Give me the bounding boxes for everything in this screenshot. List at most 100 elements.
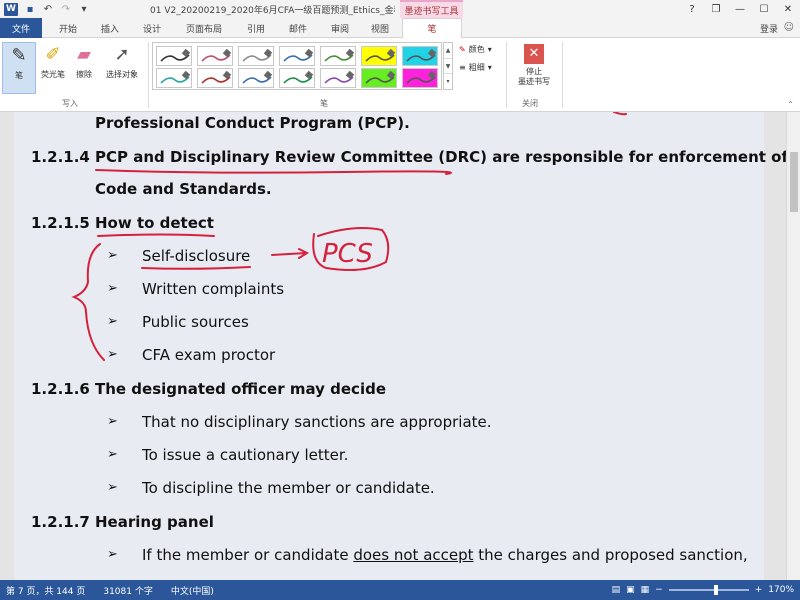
ink-circle bbox=[312, 227, 390, 271]
tab-file[interactable]: 文件 bbox=[0, 18, 42, 38]
zoom-slider[interactable] bbox=[668, 585, 749, 595]
close-button[interactable]: ✕ bbox=[776, 0, 800, 18]
pen-style-swatch[interactable] bbox=[156, 46, 192, 66]
chevron-down-icon: ▾ bbox=[487, 45, 492, 54]
bullet-arrow-icon: ➢ bbox=[107, 314, 118, 329]
close-group-label: 关闭 bbox=[522, 99, 538, 108]
tab-references[interactable]: 引用 bbox=[238, 18, 274, 38]
pen-style-swatch[interactable] bbox=[156, 68, 192, 88]
list-item: Public sources bbox=[142, 313, 249, 331]
pens-group-label: 笔 bbox=[320, 99, 328, 108]
write-group-label: 写入 bbox=[62, 99, 78, 108]
ink-note-text: PCS bbox=[322, 239, 373, 269]
tab-review[interactable]: 审阅 bbox=[322, 18, 358, 38]
highlighter-button[interactable]: ✐ 荧光笔 bbox=[36, 42, 70, 94]
zoom-level[interactable]: 170% bbox=[768, 585, 794, 595]
gallery-down-icon[interactable]: ▼ bbox=[444, 59, 452, 75]
highlighter-label: 荧光笔 bbox=[41, 70, 65, 79]
zoom-in-button[interactable]: + bbox=[755, 585, 763, 595]
section-number: 1.2.1.4 bbox=[31, 148, 90, 166]
hearing-text-underlined: does not accept bbox=[353, 546, 474, 564]
vertical-scrollbar[interactable] bbox=[786, 112, 800, 580]
help-button[interactable]: ? bbox=[680, 0, 704, 18]
stop-inking-button[interactable]: ✕ 停止 墨迹书写 bbox=[512, 44, 556, 87]
ink-underline-self-disclosure bbox=[141, 266, 251, 270]
pen-color-label: 颜色 bbox=[468, 45, 485, 54]
bullet-arrow-icon: ➢ bbox=[107, 248, 118, 263]
gallery-scroller[interactable]: ▲ ▼ ▾ bbox=[443, 42, 453, 90]
zoom-slider-knob[interactable] bbox=[714, 585, 719, 595]
ink-underline-pcp-drc bbox=[95, 169, 452, 175]
hearing-text-post: the charges and proposed sanction, bbox=[473, 546, 748, 564]
save-icon[interactable]: ▪ bbox=[24, 3, 36, 15]
ribbon-display-button[interactable]: ❐ bbox=[704, 0, 728, 18]
select-objects-button[interactable]: ➚ 选择对象 bbox=[100, 42, 144, 94]
pen-style-gallery bbox=[152, 42, 442, 90]
pen-color-icon: ✎ bbox=[459, 45, 466, 54]
pen-style-swatch[interactable] bbox=[361, 68, 397, 88]
pen-style-swatch[interactable] bbox=[279, 68, 315, 88]
language-status[interactable]: 中文(中国) bbox=[171, 584, 214, 597]
bullet-arrow-icon: ➢ bbox=[107, 281, 118, 296]
pen-thickness-dropdown[interactable]: ≡ 粗细 ▾ bbox=[459, 62, 492, 73]
ink-tools-context-label: 墨迹书写工具 bbox=[400, 0, 463, 18]
close-x-icon: ✕ bbox=[524, 44, 544, 64]
eraser-button[interactable]: ▰ 擦除 bbox=[70, 42, 98, 94]
tab-view[interactable]: 视图 bbox=[362, 18, 398, 38]
tab-design[interactable]: 设计 bbox=[134, 18, 170, 38]
sign-in-link[interactable]: 登录 bbox=[760, 22, 778, 35]
gallery-up-icon[interactable]: ▲ bbox=[444, 43, 452, 59]
redo-icon[interactable]: ↷ bbox=[60, 3, 72, 15]
zoom-out-button[interactable]: − bbox=[655, 585, 663, 595]
ink-brace bbox=[71, 243, 105, 361]
list-item: Self-disclosure bbox=[142, 247, 251, 265]
gallery-more-icon[interactable]: ▾ bbox=[444, 74, 452, 89]
ribbon: ✎ 笔 ✐ 荧光笔 ▰ 擦除 ➚ 选择对象 写入 ▲ ▼ ▾ ✎ 颜色 ▾ ≡ … bbox=[0, 38, 800, 112]
customize-qat-icon[interactable]: ▾ bbox=[78, 3, 90, 15]
view-mode-web-icon[interactable]: ▦ bbox=[641, 585, 650, 595]
ink-mark-top-right bbox=[613, 112, 627, 116]
pen-color-dropdown[interactable]: ✎ 颜色 ▾ bbox=[459, 44, 492, 55]
document-area: Professional Conduct Program (PCP). 1.2.… bbox=[0, 112, 800, 580]
pen-style-swatch[interactable] bbox=[320, 46, 356, 66]
tab-mailings[interactable]: 邮件 bbox=[280, 18, 316, 38]
tab-insert[interactable]: 插入 bbox=[92, 18, 128, 38]
hearing-text-pre: If the member or candidate bbox=[142, 546, 354, 564]
view-mode-print-icon[interactable]: ▣ bbox=[626, 585, 635, 595]
pen-tool-button[interactable]: ✎ 笔 bbox=[2, 42, 36, 94]
pen-style-swatch[interactable] bbox=[361, 46, 397, 66]
section-heading: Hearing panel bbox=[95, 513, 214, 531]
stop-inking-label-2: 墨迹书写 bbox=[518, 77, 550, 86]
pen-style-swatch[interactable] bbox=[197, 68, 233, 88]
page-count-status[interactable]: 第 7 页，共 144 页 bbox=[6, 584, 85, 597]
document-page[interactable]: Professional Conduct Program (PCP). 1.2.… bbox=[14, 112, 800, 580]
pen-style-swatch[interactable] bbox=[238, 46, 274, 66]
feedback-icon[interactable]: ☺ bbox=[784, 22, 794, 33]
quick-access-toolbar: W ▪ ↶ ↷ ▾ bbox=[0, 2, 90, 16]
undo-icon[interactable]: ↶ bbox=[42, 3, 54, 15]
maximize-button[interactable]: ☐ bbox=[752, 0, 776, 18]
tab-pen[interactable]: 笔 bbox=[402, 18, 462, 38]
pen-style-swatch[interactable] bbox=[238, 68, 274, 88]
pen-style-swatch[interactable] bbox=[320, 68, 356, 88]
pen-style-swatch[interactable] bbox=[402, 46, 438, 66]
collapse-ribbon-icon[interactable]: ⌃ bbox=[787, 100, 794, 109]
bullet-arrow-icon: ➢ bbox=[107, 547, 118, 562]
tab-page-layout[interactable]: 页面布局 bbox=[176, 18, 232, 38]
pen-style-swatch[interactable] bbox=[279, 46, 315, 66]
section-heading: The designated officer may decide bbox=[95, 380, 386, 398]
list-item: That no disciplinary sanctions are appro… bbox=[142, 413, 492, 431]
pen-style-swatch[interactable] bbox=[197, 46, 233, 66]
stop-inking-label-1: 停止 bbox=[526, 67, 542, 76]
tab-home[interactable]: 开始 bbox=[50, 18, 86, 38]
pcp-line: Professional Conduct Program (PCP). bbox=[95, 114, 410, 132]
word-logo-icon: W bbox=[4, 2, 18, 16]
pen-style-swatch[interactable] bbox=[402, 68, 438, 88]
view-mode-read-icon[interactable]: ▤ bbox=[612, 585, 621, 595]
eraser-label: 擦除 bbox=[76, 70, 92, 79]
section-number: 1.2.1.6 bbox=[31, 380, 90, 398]
word-count-status[interactable]: 31081 个字 bbox=[103, 584, 153, 597]
scrollbar-thumb[interactable] bbox=[790, 152, 798, 212]
eraser-icon: ▰ bbox=[77, 43, 91, 65]
minimize-button[interactable]: — bbox=[728, 0, 752, 18]
